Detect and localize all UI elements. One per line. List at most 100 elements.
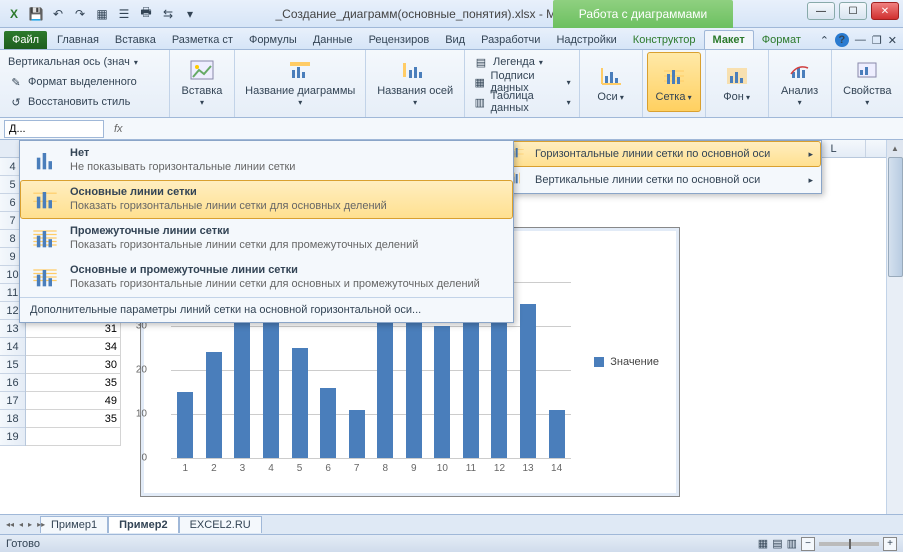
data-labels-button[interactable]: ▦Подписи данных [469, 72, 575, 92]
selection-dropdown[interactable]: Вертикальная ось (знач [4, 52, 165, 72]
row-header[interactable]: 14 [0, 338, 25, 356]
sheet-tab[interactable]: Пример1 [40, 516, 108, 533]
qat-icon[interactable]: ⇆ [158, 4, 178, 24]
zoom-out-button[interactable]: − [801, 537, 815, 551]
vertical-scrollbar[interactable]: ▲ ▼ [886, 140, 903, 532]
bar[interactable] [320, 388, 336, 458]
zoom-in-button[interactable]: + [883, 537, 897, 551]
tab-addins[interactable]: Надстройки [548, 31, 624, 49]
tab-review[interactable]: Рецензиров [361, 31, 438, 49]
x-tick: 2 [206, 463, 222, 474]
chart-title-button[interactable]: Название диаграммы [239, 52, 361, 112]
properties-button[interactable]: Свойства [836, 52, 899, 112]
tab-formulas[interactable]: Формулы [241, 31, 305, 49]
bar[interactable] [463, 304, 479, 458]
row-header[interactable]: 17 [0, 392, 25, 410]
gallery-item-none[interactable]: НетНе показывать горизонтальные линии се… [20, 141, 513, 180]
bar[interactable] [406, 308, 422, 458]
qat-icon[interactable]: ▦ [92, 4, 112, 24]
view-break-icon[interactable]: ▥ [787, 537, 797, 550]
legend-swatch [594, 357, 604, 367]
qat-icon[interactable]: ☰ [114, 4, 134, 24]
gallery-item-both[interactable]: Основные и промежуточные линии сеткиПока… [20, 258, 513, 297]
chevron-right-icon: ▸ [808, 149, 813, 160]
y-tick: 10 [136, 409, 147, 420]
insert-button[interactable]: Вставка [174, 52, 230, 112]
bar[interactable] [292, 348, 308, 458]
quick-access-toolbar: X 💾 ↶ ↷ ▦ ☰ 🖶 ⇆ ▾ [4, 4, 200, 24]
row-header[interactable]: 19 [0, 428, 25, 446]
close-button[interactable]: ✕ [871, 2, 899, 20]
undo-icon[interactable]: ↶ [48, 4, 68, 24]
submenu-vertical[interactable]: Вертикальные линии сетки по основной оси… [501, 167, 821, 193]
axis-titles-button[interactable]: Названия осей [370, 52, 460, 112]
plot-area-button[interactable]: Фон [710, 52, 764, 112]
tab-pagelayout[interactable]: Разметка ст [164, 31, 241, 49]
view-layout-icon[interactable]: ▤ [772, 537, 782, 550]
sheet-tab[interactable]: EXCEL2.RU [179, 516, 262, 533]
doc-minimize-icon[interactable]: — [855, 34, 866, 46]
analysis-button[interactable]: Анализ [773, 52, 827, 112]
tab-data[interactable]: Данные [305, 31, 361, 49]
scroll-up-icon[interactable]: ▲ [887, 140, 903, 157]
bar[interactable] [434, 326, 450, 458]
minimize-ribbon-icon[interactable]: ⌃ [820, 34, 829, 47]
cell[interactable]: 34 [26, 338, 121, 356]
axes-button[interactable]: Оси [584, 52, 638, 112]
bar[interactable] [349, 410, 365, 458]
tab-design[interactable]: Конструктор [625, 31, 704, 49]
cell[interactable]: 35 [26, 374, 121, 392]
format-selection-button[interactable]: ✎Формат выделенного [4, 72, 165, 92]
cell[interactable]: 35 [26, 410, 121, 428]
row-header[interactable]: 15 [0, 356, 25, 374]
gridlines-button[interactable]: Сетка [647, 52, 701, 112]
bar[interactable] [377, 322, 393, 458]
x-tick: 4 [263, 463, 279, 474]
cell[interactable]: 30 [26, 356, 121, 374]
chart-legend[interactable]: Значение [594, 356, 659, 368]
bar[interactable] [206, 352, 222, 458]
row-header[interactable]: 18 [0, 410, 25, 428]
x-axis[interactable]: 1234567891011121314 [171, 463, 571, 474]
gallery-more-options[interactable]: Дополнительные параметры линий сетки на … [20, 297, 513, 322]
contextual-tab-group: Работа с диаграммами [553, 0, 733, 28]
tab-file[interactable]: Файл [4, 31, 47, 49]
maximize-button[interactable]: ☐ [839, 2, 867, 20]
gallery-item-minor[interactable]: Промежуточные линии сеткиПоказать горизо… [20, 219, 513, 258]
analysis-icon [786, 56, 814, 84]
bar[interactable] [177, 392, 193, 458]
save-icon[interactable]: 💾 [26, 4, 46, 24]
row-header[interactable]: 16 [0, 374, 25, 392]
qat-dropdown-icon[interactable]: ▾ [180, 4, 200, 24]
sheet-nav[interactable]: ◂◂◂▸▸▸ [4, 520, 47, 529]
doc-close-icon[interactable]: ✕ [888, 34, 897, 47]
tab-layout[interactable]: Макет [704, 30, 754, 49]
redo-icon[interactable]: ↷ [70, 4, 90, 24]
scroll-thumb[interactable] [888, 157, 903, 277]
data-table-button[interactable]: ▥Таблица данных [469, 92, 575, 112]
view-normal-icon[interactable]: ▦ [758, 537, 768, 550]
help-icon[interactable]: ? [835, 33, 849, 47]
bar[interactable] [520, 304, 536, 458]
window-controls: — ☐ ✕ [807, 2, 899, 20]
legend-button[interactable]: ▤Легенда [469, 52, 575, 72]
tab-insert[interactable]: Вставка [107, 31, 164, 49]
cell[interactable]: 49 [26, 392, 121, 410]
chart-icon [30, 264, 60, 290]
doc-restore-icon[interactable]: ❐ [872, 34, 882, 47]
reset-style-button[interactable]: ↺Восстановить стиль [4, 92, 165, 112]
gallery-item-major[interactable]: Основные линии сеткиПоказать горизонталь… [20, 180, 513, 219]
tab-view[interactable]: Вид [437, 31, 473, 49]
cell[interactable] [26, 428, 121, 446]
tab-developer[interactable]: Разработчи [473, 31, 548, 49]
fx-icon[interactable]: fx [114, 123, 123, 135]
bar[interactable] [549, 410, 565, 458]
print-preview-icon[interactable]: 🖶 [136, 4, 156, 24]
name-box[interactable]: Д... [4, 120, 104, 138]
tab-home[interactable]: Главная [49, 31, 107, 49]
sheet-tab[interactable]: Пример2 [108, 516, 178, 533]
submenu-horizontal[interactable]: Горизонтальные линии сетки по основной о… [501, 141, 821, 167]
minimize-button[interactable]: — [807, 2, 835, 20]
tab-format[interactable]: Формат [754, 31, 809, 49]
chart-title-icon [286, 56, 314, 84]
